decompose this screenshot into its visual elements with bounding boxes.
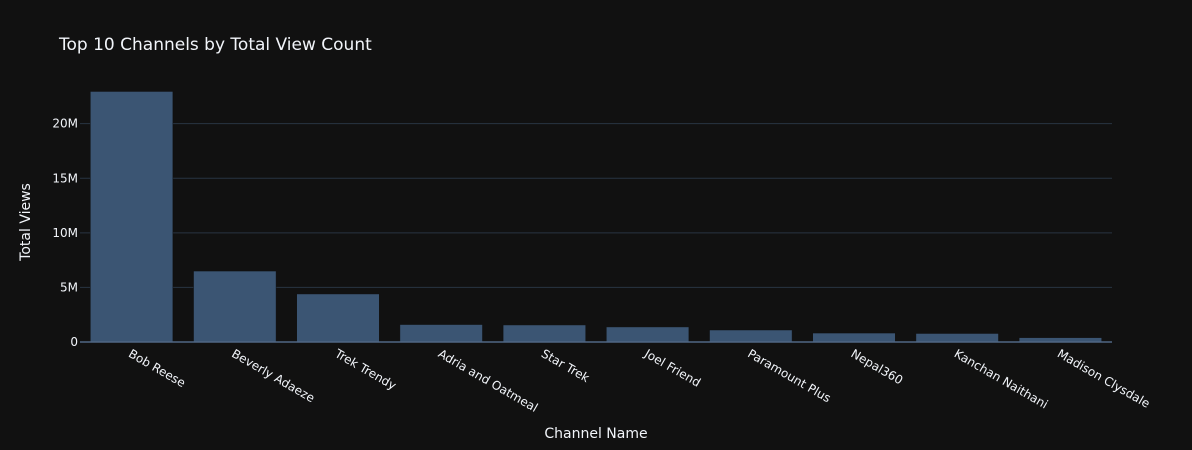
x-axis-ticks: Bob Reese Beverly Adaeze Trek Trendy Adria … <box>126 346 1152 415</box>
gridlines <box>80 123 1112 288</box>
bar[interactable] <box>193 270 277 343</box>
bar[interactable] <box>296 293 380 343</box>
x-tick-label: Bob Reese <box>126 346 188 390</box>
chart-container: Top 10 Channels by Total View Count 0 5M 1… <box>0 0 1192 450</box>
chart-title: Top 10 Channels by Total View Count <box>58 35 372 55</box>
x-tick-label: Joel Friend <box>641 346 703 390</box>
x-tick-label: Beverly Adaeze <box>229 346 317 405</box>
y-tick-label: 0 <box>70 335 78 349</box>
x-tick-label: Adria and Oatmeal <box>436 346 541 414</box>
bar[interactable] <box>812 332 896 343</box>
y-axis-title: Total Views <box>18 183 34 262</box>
y-axis-ticks: 0 5M 10M 15M 20M <box>52 117 78 349</box>
x-tick-label: Trek Trendy <box>332 346 399 393</box>
y-tick-label: 15M <box>52 171 78 185</box>
bar[interactable] <box>709 329 793 343</box>
bar[interactable] <box>606 326 690 343</box>
y-tick-label: 10M <box>52 226 78 240</box>
bar[interactable] <box>502 324 586 343</box>
bars <box>80 91 1112 343</box>
x-tick-label: Star Trek <box>539 346 592 385</box>
y-tick-label: 5M <box>60 280 78 294</box>
x-tick-label: Nepal360 <box>849 346 906 387</box>
x-axis-title: Channel Name <box>544 426 647 442</box>
bar[interactable] <box>90 91 174 343</box>
y-tick-label: 20M <box>52 117 78 131</box>
x-tick-label: Madison Clysdale <box>1055 346 1152 410</box>
x-tick-label: Paramount Plus <box>745 346 833 405</box>
bar[interactable] <box>399 324 483 343</box>
bar-chart: Top 10 Channels by Total View Count 0 5M 1… <box>18 35 1152 442</box>
bar[interactable] <box>915 333 999 343</box>
x-tick-label: Kanchan Naithani <box>952 346 1051 411</box>
